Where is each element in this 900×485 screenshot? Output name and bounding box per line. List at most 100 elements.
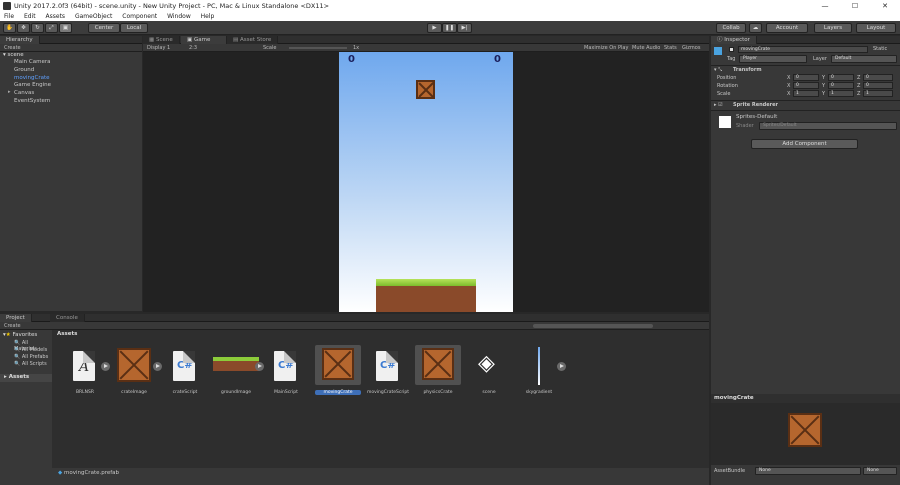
asset-bundle-dropdown[interactable]: None <box>755 467 861 475</box>
favorites-header[interactable]: ▾★ Favorites <box>3 332 37 338</box>
hand-tool-icon[interactable]: ✋ <box>3 23 16 33</box>
add-component-button[interactable]: Add Component <box>751 139 858 149</box>
stats-toggle[interactable]: Stats <box>664 44 677 52</box>
shader-dropdown[interactable]: Sprites/Default <box>759 122 897 130</box>
pivot-local-button[interactable]: Local <box>120 23 148 33</box>
hierarchy-item[interactable]: Canvas <box>14 90 34 96</box>
scale-label: Scale <box>717 91 731 97</box>
project-create-dropdown[interactable]: Create <box>4 323 21 329</box>
csharp-icon: C# <box>274 351 296 381</box>
favorite-item[interactable]: 🔍 All Prefabs <box>14 354 48 360</box>
gameobject-cube-icon <box>714 47 722 55</box>
collab-button[interactable]: Collab <box>716 23 746 33</box>
hierarchy-item[interactable]: Main Camera <box>14 59 50 65</box>
tag-dropdown[interactable]: Player <box>739 55 807 63</box>
project-tree: ▾★ Favorites 🔍 All Materials 🔍 All Model… <box>0 330 52 485</box>
menu-gameobject[interactable]: GameObject <box>75 13 112 20</box>
minimize-button[interactable]: — <box>810 0 840 12</box>
play-button[interactable]: ▶ <box>427 23 442 33</box>
game-canvas[interactable]: 0 0 <box>339 52 513 312</box>
tab-game[interactable]: ▣ Game <box>181 36 227 44</box>
font-icon: A <box>73 351 95 381</box>
close-button[interactable]: ✕ <box>870 0 900 12</box>
menu-window[interactable]: Window <box>167 13 191 20</box>
object-name-field[interactable]: movingCrate <box>738 46 868 53</box>
crate-preview-icon <box>788 413 822 447</box>
preview-panel: movingCrate AssetBundle None None <box>711 394 900 485</box>
preview-area <box>711 403 900 465</box>
favorite-item[interactable]: 🔍 All Models <box>14 347 47 353</box>
tab-asset-store[interactable]: ▤ Asset Store <box>227 36 279 44</box>
rotate-tool-icon[interactable]: ↻ <box>31 23 44 33</box>
layout-dropdown[interactable]: Layout <box>856 23 896 33</box>
position-y-field[interactable]: 0 <box>828 74 854 81</box>
menu-component[interactable]: Component <box>122 13 157 20</box>
ground-icon <box>213 357 259 371</box>
scale-slider[interactable] <box>289 47 347 49</box>
expand-arrow-icon[interactable] <box>557 362 566 371</box>
sprite-renderer-header[interactable]: Sprite Renderer <box>733 102 778 108</box>
hierarchy-item-selected[interactable]: movingCrate <box>14 75 50 81</box>
transform-header[interactable]: Transform <box>733 67 762 73</box>
gradient-icon <box>538 347 540 385</box>
score-left: 0 <box>348 54 355 65</box>
tab-console[interactable]: Console <box>50 314 85 322</box>
unity-logo-icon <box>3 2 11 10</box>
tab-hierarchy[interactable]: Hierarchy <box>0 36 40 44</box>
rotation-x-field[interactable]: 0 <box>793 82 819 89</box>
layer-dropdown[interactable]: Default <box>831 55 897 63</box>
gizmos-dropdown[interactable]: Gizmos <box>682 44 700 52</box>
tab-inspector[interactable]: ⓘ Inspector <box>711 36 757 44</box>
project-search-field[interactable] <box>533 324 653 328</box>
hierarchy-item[interactable]: Game Engine <box>14 82 51 88</box>
move-tool-icon[interactable]: ✥ <box>17 23 30 33</box>
step-button[interactable]: ▶| <box>457 23 472 33</box>
aspect-dropdown[interactable]: 2:3 <box>189 44 197 52</box>
center-tab-bar: ▦ Scene ▣ Game ▤ Asset Store <box>143 36 709 44</box>
favorite-item[interactable]: 🔍 All Scripts <box>14 361 47 367</box>
crate-icon <box>422 348 454 380</box>
account-dropdown[interactable]: Account <box>766 23 808 33</box>
expand-arrow-icon[interactable]: ▸ <box>8 89 11 95</box>
mute-audio-toggle[interactable]: Mute Audio <box>632 44 660 52</box>
scale-x-field[interactable]: 1 <box>793 90 819 97</box>
hierarchy-item[interactable]: Ground <box>14 67 34 73</box>
maximize-on-play-toggle[interactable]: Maximize On Play <box>584 44 628 52</box>
display-dropdown[interactable]: Display 1 <box>147 44 170 52</box>
hierarchy-item[interactable]: EventSystem <box>14 98 50 104</box>
menu-edit[interactable]: Edit <box>24 13 36 20</box>
main-toolbar: ✋ ✥ ↻ ⤢ ▣ Center Local ▶ ❚❚ ▶| Collab ☁ … <box>0 21 900 35</box>
rect-tool-icon[interactable]: ▣ <box>59 23 72 33</box>
scene-root[interactable]: ▾ scene <box>3 52 24 58</box>
asset-variant-dropdown[interactable]: None <box>863 467 897 475</box>
hierarchy-create-dropdown[interactable]: Create <box>4 45 21 51</box>
expand-arrow-icon[interactable] <box>153 362 162 371</box>
cloud-icon[interactable]: ☁ <box>749 23 762 33</box>
position-x-field[interactable]: 0 <box>793 74 819 81</box>
maximize-button[interactable]: ☐ <box>840 0 870 12</box>
scale-y-field[interactable]: 1 <box>828 90 854 97</box>
menu-file[interactable]: File <box>4 13 14 20</box>
expand-arrow-icon[interactable] <box>101 362 110 371</box>
transform-expand-icon[interactable]: ▾ ⤡ <box>714 67 722 73</box>
crate-icon <box>117 348 151 382</box>
position-z-field[interactable]: 0 <box>863 74 893 81</box>
static-toggle[interactable]: Static <box>873 46 887 52</box>
scale-tool-icon[interactable]: ⤢ <box>45 23 58 33</box>
tab-project[interactable]: Project <box>0 314 32 322</box>
layers-dropdown[interactable]: Layers <box>814 23 852 33</box>
pivot-center-button[interactable]: Center <box>88 23 120 33</box>
assets-folder[interactable]: ▸ Assets <box>0 374 52 382</box>
active-checkbox[interactable] <box>729 47 734 52</box>
tab-scene[interactable]: ▦ Scene <box>143 36 180 44</box>
scale-z-field[interactable]: 1 <box>863 90 893 97</box>
menu-assets[interactable]: Assets <box>46 13 66 20</box>
rotation-z-field[interactable]: 0 <box>863 82 893 89</box>
menu-help[interactable]: Help <box>201 13 215 20</box>
expand-arrow-icon[interactable] <box>255 362 264 371</box>
pause-button[interactable]: ❚❚ <box>442 23 457 33</box>
rotation-y-field[interactable]: 0 <box>828 82 854 89</box>
csharp-icon: C# <box>376 351 398 381</box>
project-panel: Project Console Create ▾★ Favorites 🔍 Al… <box>0 314 709 485</box>
sprite-renderer-expand-icon[interactable]: ▸ ☑ <box>714 102 723 108</box>
